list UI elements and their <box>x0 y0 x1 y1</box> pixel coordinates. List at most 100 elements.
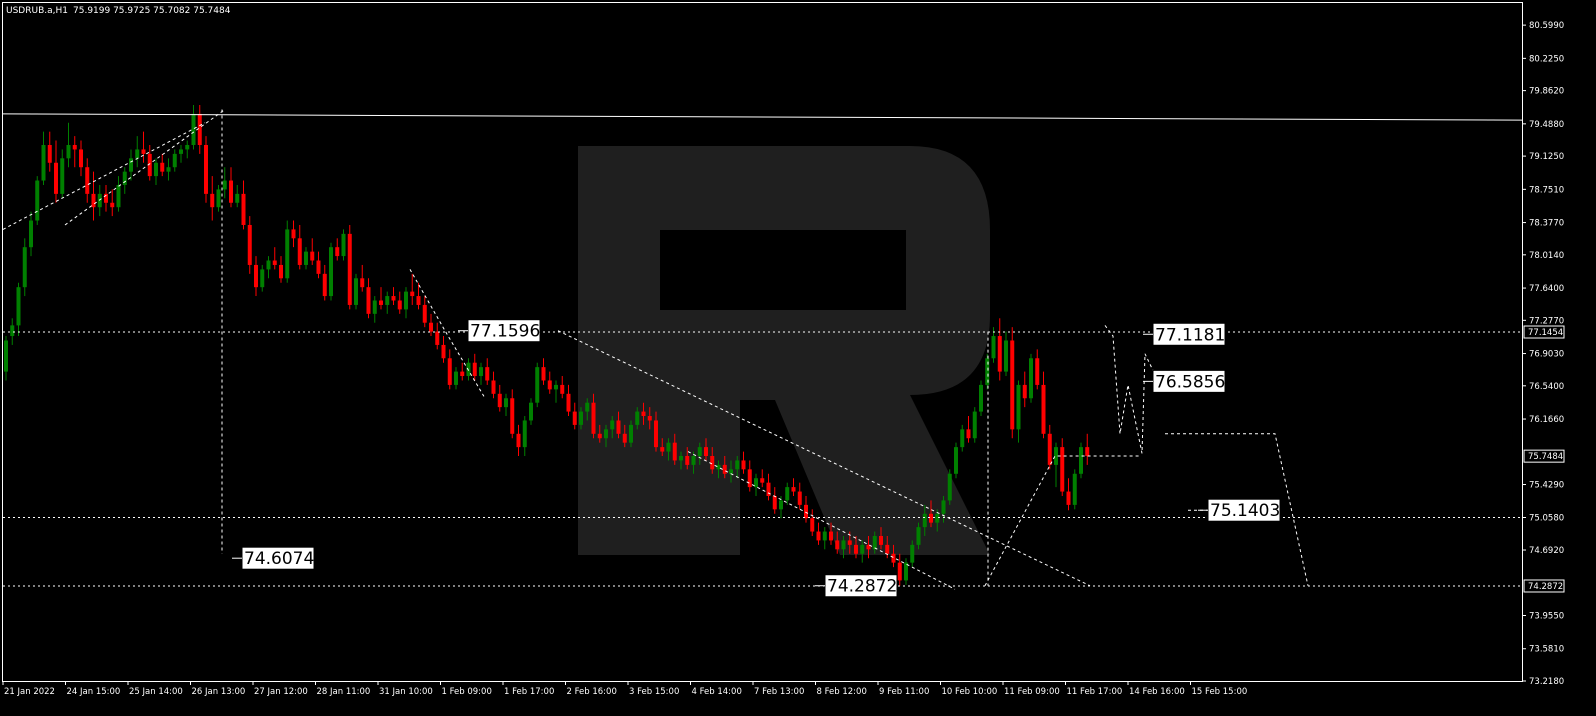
candle-body <box>847 540 852 545</box>
x-tick-label: 2 Feb 16:00 <box>567 687 617 697</box>
candle-body <box>397 300 402 310</box>
candle-body <box>722 464 727 474</box>
candle-body <box>1085 447 1090 457</box>
candle-body <box>935 513 940 523</box>
candle-body <box>841 540 846 550</box>
candle-body <box>485 367 490 381</box>
candle-body <box>585 402 590 412</box>
candle-body <box>572 411 577 425</box>
callout-value: 74.6074 <box>244 549 314 569</box>
candle-body <box>391 296 396 301</box>
y-tick-label: 76.1660 <box>1529 415 1564 425</box>
price-chart[interactable]: 77.1596 74.6074 74.2872 77.1181 76.5856 75.14… <box>0 0 1596 716</box>
candle-body <box>22 247 27 288</box>
candle-body <box>491 380 496 394</box>
price-callout: 74.2872 <box>815 574 898 598</box>
y-tick-label: 73.9550 <box>1529 612 1564 622</box>
y-tick-label: 74.6920 <box>1529 546 1564 556</box>
candle-body <box>522 420 527 448</box>
candle-body <box>997 336 1002 372</box>
candle-body <box>229 180 233 203</box>
candle-body <box>216 189 221 208</box>
candle-body <box>704 447 708 457</box>
candle-body <box>779 500 783 510</box>
candle-body <box>897 562 902 581</box>
candle-body <box>1047 433 1052 465</box>
candle-body <box>291 229 296 239</box>
candle-body <box>691 456 696 465</box>
y-tick-label: 75.0580 <box>1529 513 1564 523</box>
candle-body <box>979 384 983 412</box>
x-tick-label: 3 Feb 15:00 <box>629 687 679 697</box>
candle-body <box>72 144 77 150</box>
candle-body <box>441 344 446 359</box>
price-marker-label: 77.1454 <box>1528 328 1563 338</box>
y-tick-label: 77.2770 <box>1529 316 1564 326</box>
candle-body <box>191 113 196 145</box>
x-tick-label: 28 Jan 11:00 <box>317 687 371 697</box>
price-callout: 77.1596 <box>458 319 541 343</box>
price-axis[interactable]: 80.5990 80.2250 79.8620 79.4880 79.1250 78.75… <box>1522 21 1565 687</box>
candle-body <box>829 531 833 541</box>
candle-body <box>454 371 458 385</box>
candle-body <box>1029 358 1033 399</box>
candle-body <box>860 544 865 554</box>
candle-body <box>529 402 533 421</box>
candle-body <box>404 291 408 310</box>
candle-body <box>666 442 671 452</box>
x-tick-label: 1 Feb 09:00 <box>442 687 492 697</box>
candle-body <box>1004 340 1008 372</box>
price-marker-label: 74.2872 <box>1528 582 1563 592</box>
candle-body <box>622 433 627 443</box>
candle-body <box>135 149 140 159</box>
y-tick-label: 76.5400 <box>1529 382 1564 392</box>
candle-body <box>991 336 996 359</box>
candle-body <box>266 260 271 270</box>
candle-body <box>635 411 640 425</box>
candle-body <box>785 487 790 501</box>
candle-body <box>172 153 177 168</box>
candle-body <box>54 162 58 194</box>
y-tick-label: 80.5990 <box>1529 21 1564 31</box>
candle-body <box>160 162 165 172</box>
candle-body <box>341 233 346 257</box>
candle-body <box>210 193 215 208</box>
candle-body <box>810 518 815 532</box>
candle-body <box>641 411 646 417</box>
candle-body <box>272 260 277 265</box>
candle-body <box>1035 358 1040 385</box>
candle-body <box>591 402 596 434</box>
candle-body <box>66 144 71 159</box>
candle-body <box>472 362 477 377</box>
candle-body <box>354 278 358 305</box>
candle-body <box>966 429 971 439</box>
candle-body <box>285 229 290 279</box>
candle-body <box>410 291 415 297</box>
candle-body <box>654 420 658 448</box>
candle-body <box>835 540 840 550</box>
candle-body <box>647 416 652 421</box>
y-tick-label: 73.2180 <box>1529 677 1564 687</box>
candle-body <box>429 322 433 332</box>
y-tick-label: 80.2250 <box>1529 54 1564 64</box>
candle-body <box>122 171 127 185</box>
candle-body <box>260 269 265 288</box>
candle-body <box>422 304 427 323</box>
x-tick-label: 14 Feb 16:00 <box>1129 687 1185 697</box>
candle-body <box>335 247 340 257</box>
y-tick-label: 79.1250 <box>1529 152 1564 162</box>
candle-body <box>1010 340 1015 430</box>
candle-body <box>504 398 508 408</box>
candle-body <box>179 149 183 154</box>
candle-body <box>735 460 740 470</box>
y-tick-label: 78.7510 <box>1529 185 1564 195</box>
candle-body <box>1079 447 1083 474</box>
y-tick-label: 76.9030 <box>1529 350 1564 360</box>
y-tick-label: 78.3770 <box>1529 219 1564 229</box>
candle-body <box>772 495 777 510</box>
candle-body <box>141 149 146 154</box>
candle-body <box>929 513 933 523</box>
candle-body <box>85 167 90 194</box>
x-tick-label: 24 Jan 15:00 <box>67 687 121 697</box>
price-callout: 74.6074 <box>232 546 315 570</box>
